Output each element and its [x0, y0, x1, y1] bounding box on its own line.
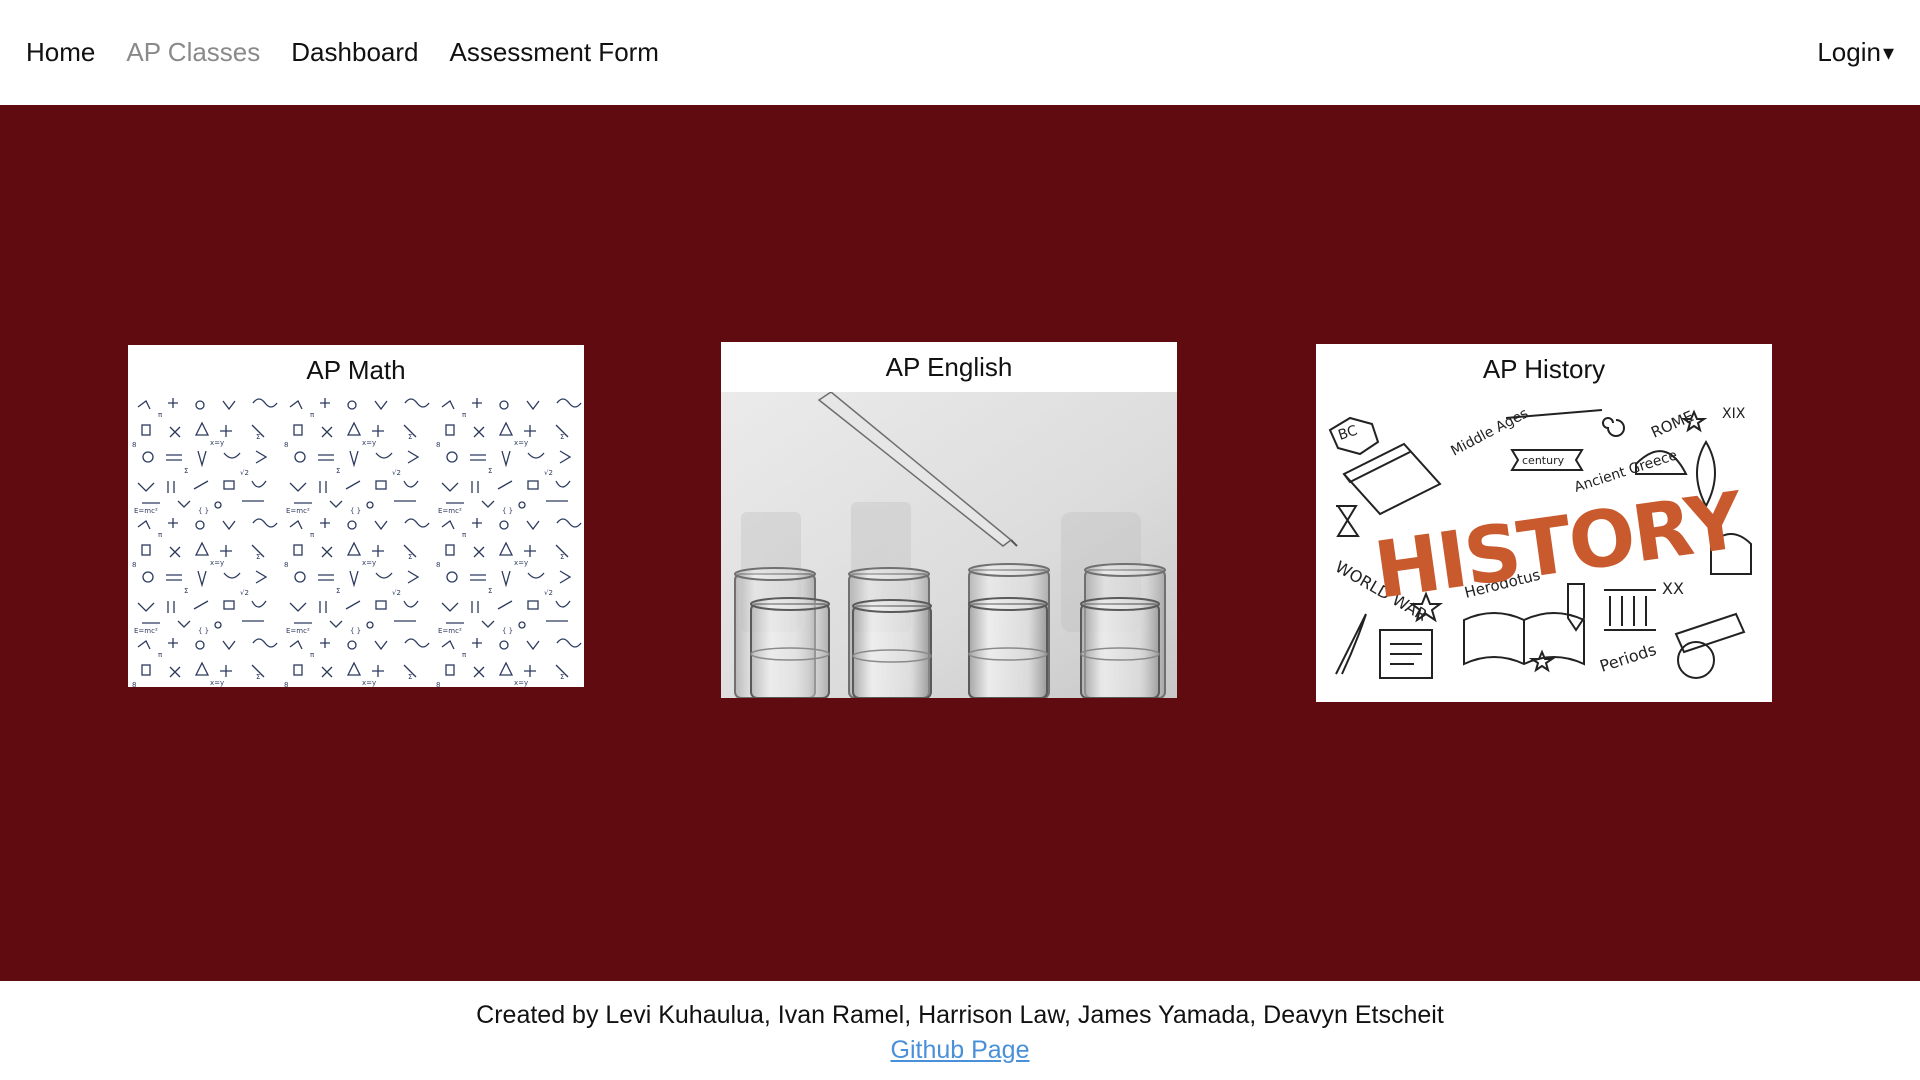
nav-links: Home AP Classes Dashboard Assessment For… [26, 37, 690, 68]
nav-link-home[interactable]: Home [26, 37, 95, 68]
classes-section: AP Math AP English AP History BC Middle … [0, 105, 1920, 981]
caret-down-icon: ▾ [1882, 39, 1894, 65]
class-card-ap-english[interactable]: AP English [721, 342, 1177, 698]
footer-credits: Created by Levi Kuhaulua, Ivan Ramel, Ha… [476, 1001, 1444, 1029]
class-card-ap-history[interactable]: AP History BC Middle Ages century Ancien… [1316, 344, 1772, 702]
login-label: Login [1817, 37, 1881, 67]
class-card-ap-math[interactable]: AP Math [128, 345, 584, 687]
history-tag: XX [1662, 579, 1684, 598]
navbar: Home AP Classes Dashboard Assessment For… [0, 0, 1920, 105]
github-page-link[interactable]: Github Page [891, 1036, 1030, 1065]
nav-link-ap-classes[interactable]: AP Classes [126, 37, 260, 68]
history-tag: XIX [1722, 406, 1746, 422]
card-title: AP Math [306, 354, 406, 385]
card-title: AP History [1482, 353, 1606, 384]
card-title: AP English [885, 351, 1013, 382]
nav-link-dashboard[interactable]: Dashboard [291, 37, 418, 68]
test-tubes-image [721, 392, 1177, 698]
login-dropdown[interactable]: Login ▾ [1817, 37, 1894, 68]
math-doodle-image: 8 π Σ x=y √2 E=mc² { } Σ [128, 395, 584, 687]
footer: Created by Levi Kuhaulua, Ivan Ramel, Ha… [0, 981, 1920, 1080]
history-doodle-image: BC Middle Ages century Ancient Greece RO… [1316, 394, 1772, 702]
history-tag: century [1522, 454, 1565, 467]
nav-link-assessment-form[interactable]: Assessment Form [449, 37, 659, 68]
